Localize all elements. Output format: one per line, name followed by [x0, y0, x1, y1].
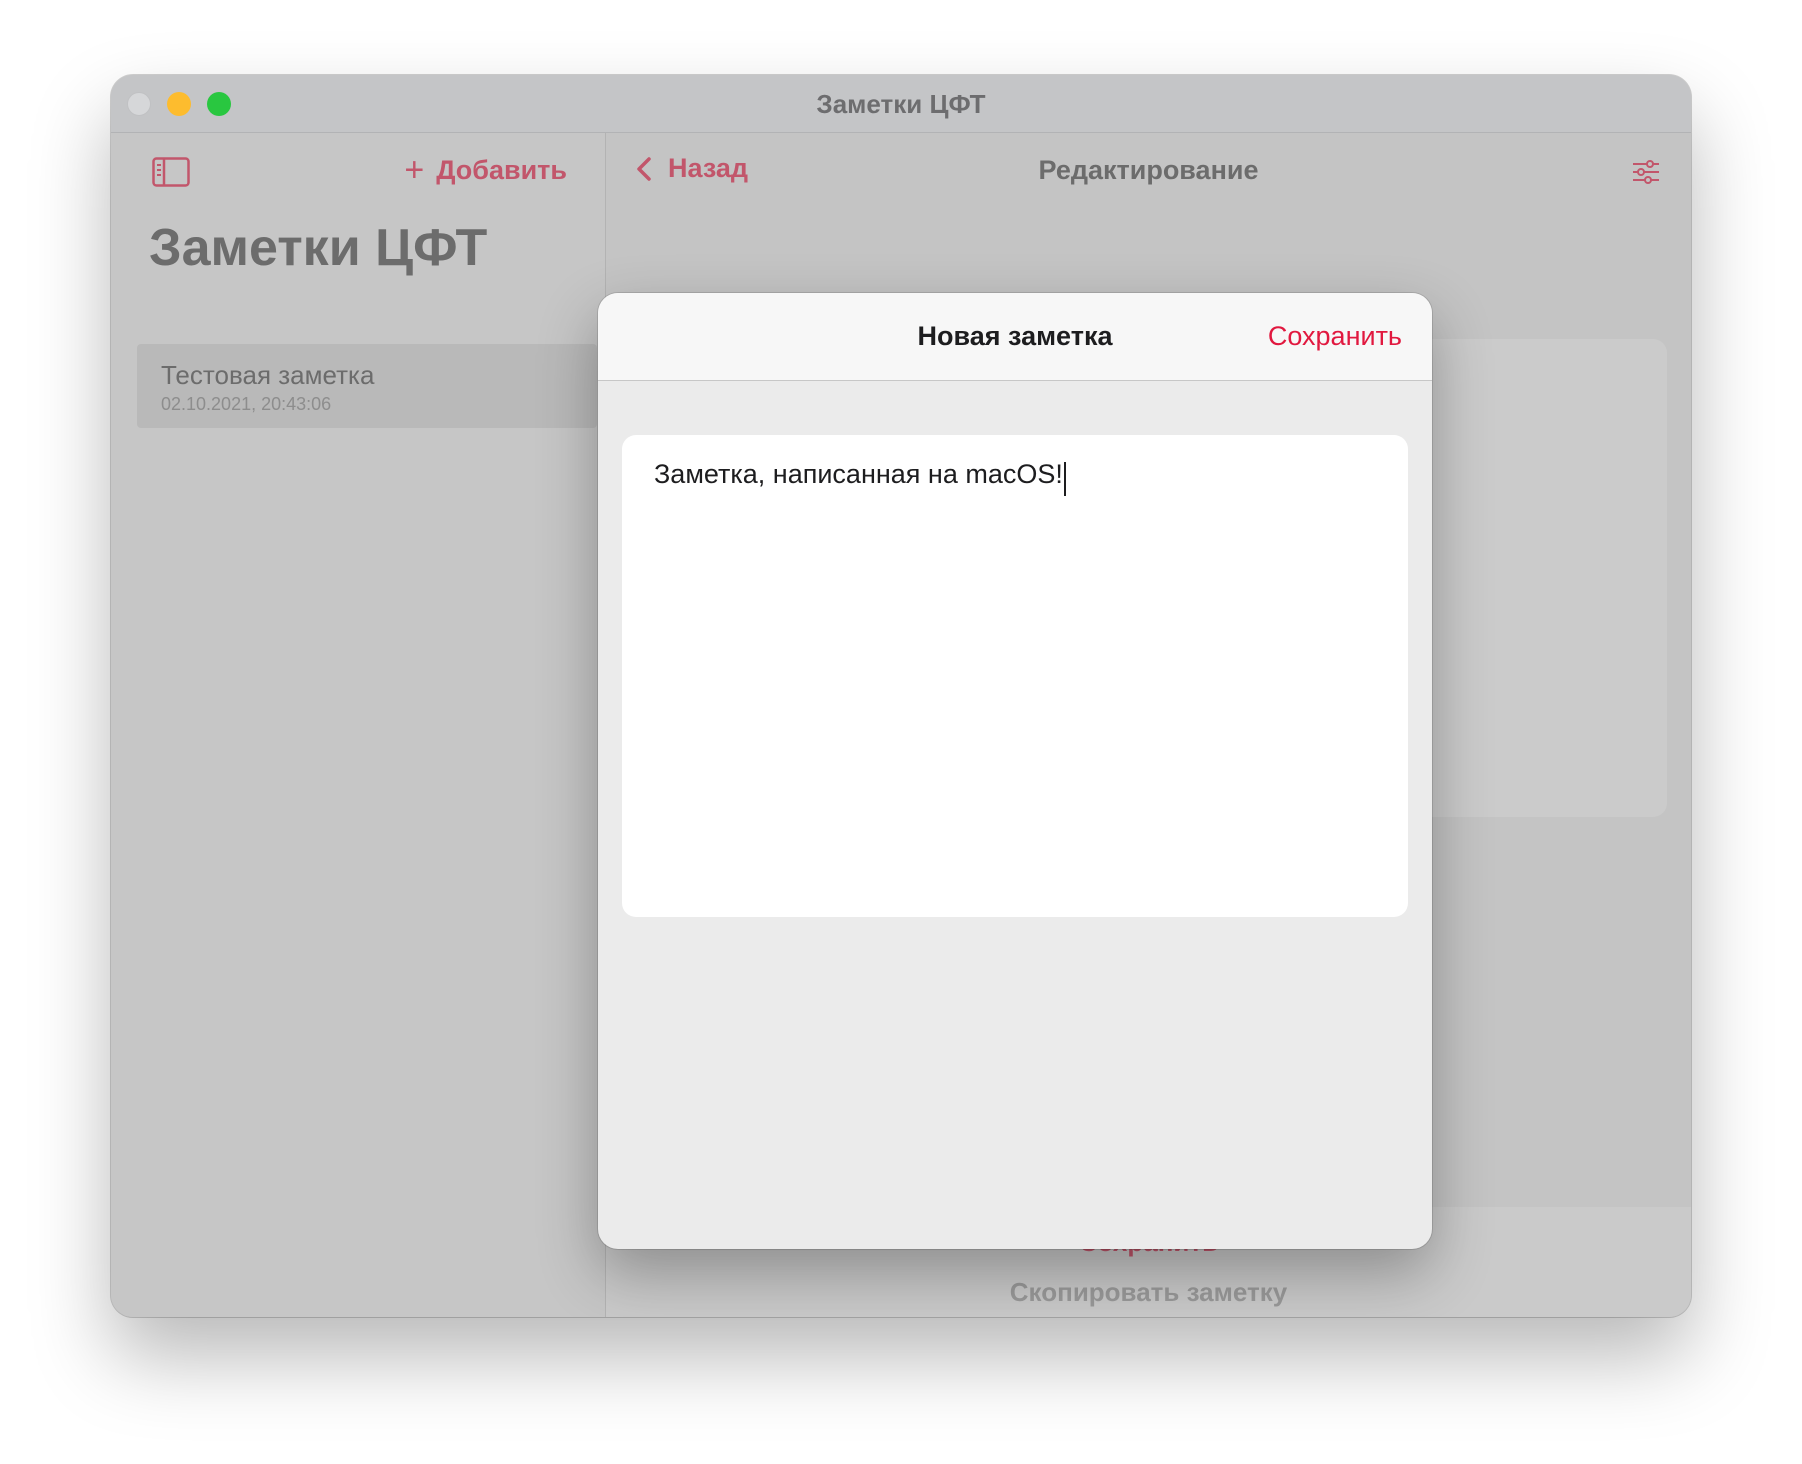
text-caret	[1063, 461, 1066, 496]
editor-text: Заметка, написанная на macOS!	[654, 459, 1063, 489]
list-item[interactable]: Тестовая заметка 02.10.2021, 20:43:06	[137, 344, 597, 428]
note-text-editor[interactable]: Заметка, написанная на macOS!	[622, 435, 1408, 917]
copy-note-button[interactable]: Скопировать заметку	[606, 1277, 1691, 1308]
app-window: Заметки ЦФТ + Добавить Заметки ЦФТ Тесто…	[111, 75, 1691, 1317]
settings-button[interactable]	[1631, 157, 1661, 187]
sheet-save-button[interactable]: Сохранить	[1268, 321, 1402, 352]
sliders-icon	[1633, 160, 1659, 184]
title-bar: Заметки ЦФТ	[111, 75, 1691, 133]
window-title: Заметки ЦФТ	[816, 89, 986, 119]
add-note-label: Добавить	[436, 154, 567, 185]
add-note-button[interactable]: + Добавить	[404, 153, 567, 187]
sidebar-heading: Заметки ЦФТ	[149, 219, 488, 277]
plus-icon: +	[404, 151, 425, 189]
sidebar-toggle-icon	[152, 157, 190, 187]
detail-title: Редактирование	[1038, 155, 1259, 185]
sidebar-toggle-button[interactable]	[152, 157, 190, 187]
sidebar: + Добавить Заметки ЦФТ Тестовая заметка …	[111, 133, 606, 1317]
new-note-sheet: Новая заметка Сохранить Заметка, написан…	[598, 293, 1432, 1249]
note-title: Тестовая заметка	[161, 360, 375, 390]
sheet-header: Новая заметка Сохранить	[598, 293, 1432, 381]
note-date: 02.10.2021, 20:43:06	[161, 394, 332, 414]
